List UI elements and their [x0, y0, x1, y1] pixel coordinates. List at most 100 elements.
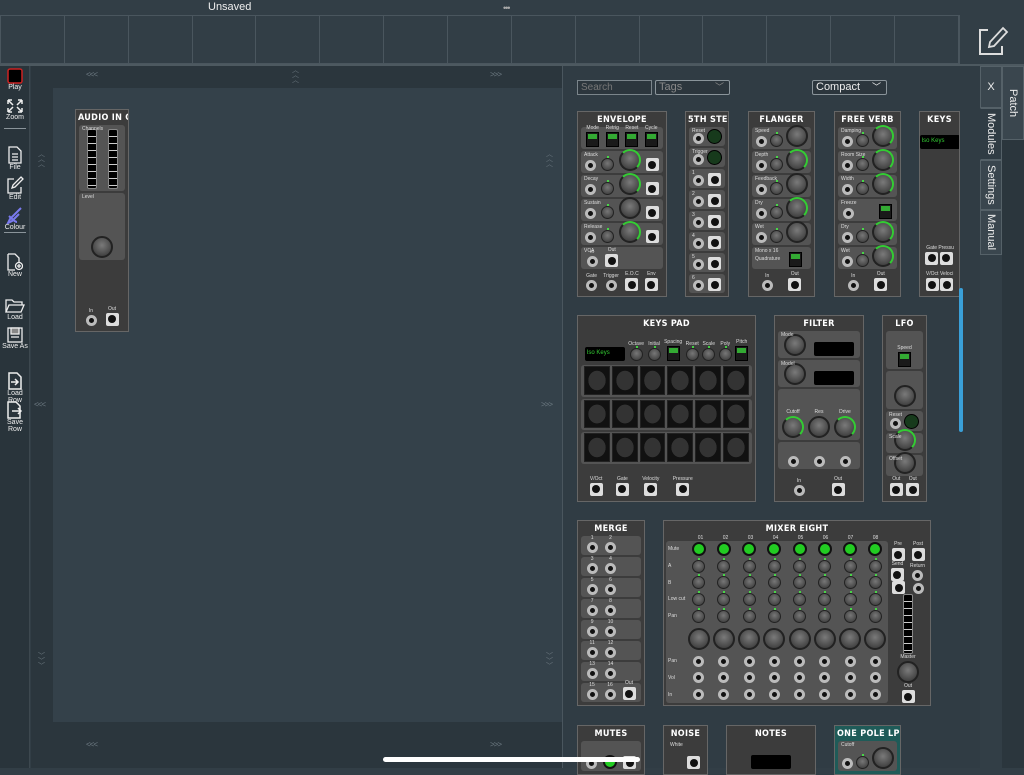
patch-slot[interactable]: [831, 16, 896, 63]
input-jack[interactable]: [755, 160, 767, 171]
input-jack[interactable]: [768, 672, 780, 684]
patch-slot[interactable]: [1, 16, 65, 63]
toolbar-edit-button[interactable]: Edit: [0, 176, 30, 201]
large-knob[interactable]: [893, 384, 916, 407]
large-knob[interactable]: [687, 627, 710, 650]
tab-manual[interactable]: Manual: [980, 210, 1002, 255]
led-button[interactable]: [904, 413, 920, 429]
mute-button[interactable]: [691, 542, 706, 557]
input-jack[interactable]: [604, 584, 616, 595]
module-mixer-eight[interactable]: MIXER EIGHT 01 02 03 04 05 06 07 08 Mute A B Low cut…: [663, 520, 931, 706]
large-knob[interactable]: [618, 173, 641, 195]
output-jack[interactable]: [708, 278, 721, 291]
input-jack[interactable]: [586, 689, 598, 700]
output-jack[interactable]: [622, 687, 636, 700]
input-jack[interactable]: [761, 280, 773, 291]
large-knob[interactable]: [871, 149, 894, 171]
key-pad[interactable]: [695, 433, 722, 463]
patch-slot[interactable]: [703, 16, 768, 63]
more-options-icon[interactable]: •••: [503, 3, 511, 13]
output-jack[interactable]: [644, 482, 658, 496]
large-knob[interactable]: [785, 149, 808, 171]
module-keys[interactable]: KEYS Iso Keys Gate Pressu V/Oct Veloci: [919, 111, 960, 297]
scroll-down-chevron[interactable]: ﹀ ﹀ ﹀: [546, 653, 553, 670]
knob[interactable]: [647, 345, 661, 361]
input-jack[interactable]: [604, 668, 616, 679]
output-jack[interactable]: [645, 158, 659, 171]
mute-button[interactable]: [817, 542, 832, 557]
knob[interactable]: [742, 590, 756, 606]
knob[interactable]: [685, 345, 699, 361]
large-knob[interactable]: [813, 627, 836, 650]
input-jack[interactable]: [755, 136, 767, 147]
input-jack[interactable]: [768, 655, 780, 667]
input-jack[interactable]: [586, 256, 598, 267]
patch-slot[interactable]: [129, 16, 193, 63]
output-jack[interactable]: [644, 278, 658, 291]
knob[interactable]: [855, 228, 869, 243]
output-jack[interactable]: [874, 278, 888, 291]
large-knob[interactable]: [864, 627, 887, 650]
input-jack[interactable]: [841, 184, 853, 195]
module-keys-pad[interactable]: KEYS PAD Iso Keys Octave Initial Spacing Rese…: [577, 315, 756, 502]
patch-slot[interactable]: [193, 16, 257, 63]
input-jack[interactable]: [604, 647, 616, 658]
output-jack[interactable]: [645, 206, 659, 219]
knob[interactable]: [868, 574, 882, 590]
tab-settings[interactable]: Settings: [980, 160, 1002, 210]
input-jack[interactable]: [841, 256, 853, 267]
input-jack[interactable]: [819, 672, 831, 684]
input-jack[interactable]: [844, 672, 856, 684]
knob[interactable]: [769, 156, 783, 171]
large-knob[interactable]: [782, 416, 804, 438]
input-jack[interactable]: [693, 259, 704, 270]
toggle-button[interactable]: [644, 132, 658, 147]
large-knob[interactable]: [785, 173, 808, 195]
input-jack[interactable]: [692, 154, 704, 165]
input-jack[interactable]: [869, 655, 881, 667]
input-jack[interactable]: [889, 417, 901, 429]
knob[interactable]: [793, 574, 807, 590]
output-jack[interactable]: [906, 483, 920, 496]
input-jack[interactable]: [787, 456, 799, 467]
knob[interactable]: [769, 180, 783, 195]
led-button[interactable]: [706, 150, 722, 165]
output-jack[interactable]: [890, 568, 904, 581]
input-jack[interactable]: [819, 689, 831, 701]
input-jack[interactable]: [755, 232, 767, 243]
large-knob[interactable]: [788, 627, 811, 650]
module-free-verb[interactable]: FREE VERB Damping Room Size Width Freeze Dry W…: [834, 111, 901, 297]
mute-button[interactable]: [767, 542, 782, 557]
knob[interactable]: [692, 590, 706, 606]
output-jack[interactable]: [615, 482, 629, 496]
knob[interactable]: [818, 590, 832, 606]
input-jack[interactable]: [794, 655, 806, 667]
output-jack[interactable]: [788, 278, 802, 291]
scroll-up-chevron[interactable]: ︿ ︿ ︿: [38, 151, 45, 168]
patch-slot[interactable]: [65, 16, 129, 63]
patch-slot[interactable]: [767, 16, 832, 63]
large-knob[interactable]: [897, 661, 919, 683]
patch-slot[interactable]: [512, 16, 576, 63]
mute-button[interactable]: [716, 542, 731, 557]
toolbar-save-row-button[interactable]: Save Row: [0, 401, 30, 433]
input-jack[interactable]: [585, 232, 597, 243]
close-panel-button[interactable]: X: [980, 66, 1002, 108]
large-knob[interactable]: [618, 197, 641, 219]
knob[interactable]: [868, 607, 882, 623]
large-knob[interactable]: [738, 627, 761, 650]
toggle-button[interactable]: [625, 132, 639, 147]
knob[interactable]: [767, 590, 781, 606]
knob[interactable]: [793, 557, 807, 573]
large-knob[interactable]: [839, 627, 862, 650]
input-jack[interactable]: [844, 689, 856, 701]
large-knob[interactable]: [91, 235, 113, 258]
input-jack[interactable]: [586, 542, 598, 553]
key-pad[interactable]: [584, 399, 610, 429]
input-jack[interactable]: [794, 672, 806, 684]
input-jack[interactable]: [844, 655, 856, 667]
key-pad[interactable]: [611, 365, 638, 395]
output-jack[interactable]: [708, 236, 721, 249]
scroll-right-chevron[interactable]: >>>: [490, 740, 502, 749]
input-jack[interactable]: [794, 689, 806, 701]
